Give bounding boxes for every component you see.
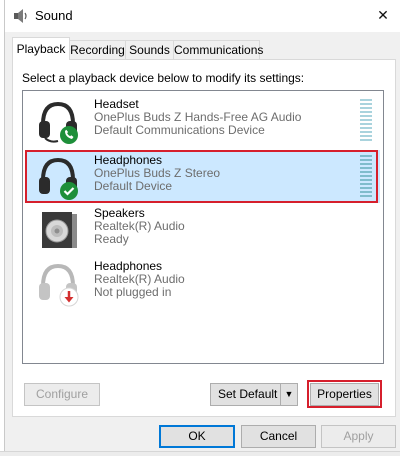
sound-dialog: Sound ✕ Playback Recording Sounds Commun…: [4, 0, 400, 451]
background-window-strip: [0, 451, 400, 456]
speaker-box-icon: [42, 212, 77, 248]
device-status: Default Communications Device: [94, 123, 265, 137]
ok-button[interactable]: OK: [159, 425, 235, 448]
tab-communications[interactable]: Communications: [173, 40, 263, 59]
configure-button[interactable]: Configure: [24, 383, 100, 406]
device-item-headphones-realtek[interactable]: Headphones Realtek(R) Audio Not plugged …: [26, 256, 380, 309]
volume-meter: [360, 99, 372, 141]
set-default-dropdown[interactable]: ▼: [280, 384, 297, 405]
tab-recording[interactable]: Recording: [69, 40, 126, 59]
device-status: Ready: [94, 232, 129, 246]
speaker-icon: [14, 9, 27, 23]
device-list[interactable]: Headset OnePlus Buds Z Hands-Free AG Aud…: [22, 90, 384, 364]
tab-sounds[interactable]: Sounds: [125, 40, 174, 59]
device-status: Not plugged in: [94, 285, 172, 299]
selected-device-highlight: [25, 150, 378, 203]
close-button[interactable]: ✕: [365, 0, 400, 30]
apply-button[interactable]: Apply: [321, 425, 396, 448]
headset-phone-icon: [39, 101, 78, 144]
properties-button[interactable]: Properties: [310, 383, 379, 406]
set-default-button[interactable]: Set Default ▼: [210, 383, 298, 406]
tab-playback[interactable]: Playback: [12, 37, 70, 60]
instruction-text: Select a playback device below to modify…: [22, 71, 305, 85]
cancel-button[interactable]: Cancel: [241, 425, 316, 448]
chevron-down-icon: ▼: [284, 389, 294, 399]
title-bar: Sound ✕: [5, 0, 400, 32]
close-icon: ✕: [377, 6, 389, 23]
window-title: Sound: [35, 8, 73, 23]
device-item-speakers[interactable]: Speakers Realtek(R) Audio Ready: [26, 203, 380, 256]
headphones-unplugged-icon: [39, 263, 79, 307]
device-item-headset[interactable]: Headset OnePlus Buds Z Hands-Free AG Aud…: [26, 94, 380, 147]
